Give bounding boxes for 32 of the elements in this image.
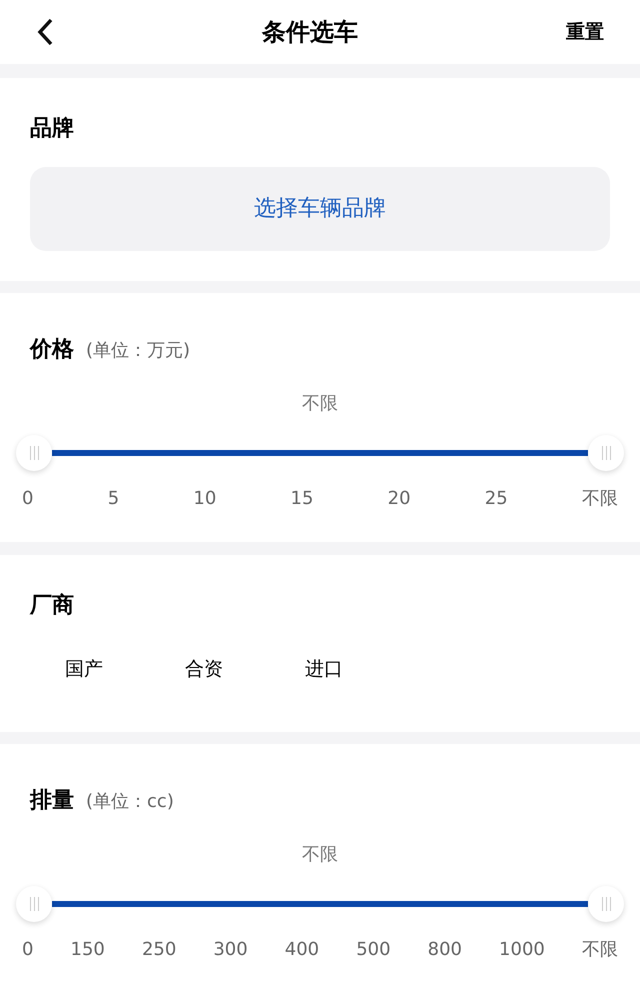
slider-handle[interactable] xyxy=(588,886,624,922)
slider-handle[interactable] xyxy=(588,435,624,472)
range-reading: 不限 xyxy=(302,843,338,868)
tick-label: 25 xyxy=(484,487,508,512)
reset-button[interactable]: 重置 xyxy=(566,18,604,46)
range-reading: 不限 xyxy=(302,392,338,416)
section-title: 排量 xyxy=(30,787,74,816)
tick-label: 0 xyxy=(22,938,34,962)
section-title: 厂商 xyxy=(30,592,74,618)
tick-label: 800 xyxy=(428,938,462,962)
select-brand-button[interactable]: 选择车辆品牌 xyxy=(30,166,610,251)
tick-label: 500 xyxy=(356,938,391,962)
slider-handle[interactable] xyxy=(16,886,52,922)
unit-label: (单位：万元) xyxy=(86,339,190,364)
tick-label: 不限 xyxy=(582,487,618,512)
tick-label: 10 xyxy=(193,487,216,512)
section-title: 品牌 xyxy=(30,116,74,141)
section-title: 价格 xyxy=(30,336,74,364)
tick-label: 300 xyxy=(213,938,248,962)
unit-label: (单位：cc) xyxy=(86,790,174,814)
tick-label: 不限 xyxy=(582,938,618,962)
tick-label: 15 xyxy=(290,487,314,512)
tick-label: 150 xyxy=(70,938,105,962)
tick-label: 0 xyxy=(22,487,34,512)
tick-label: 20 xyxy=(388,487,411,512)
tick-label: 5 xyxy=(108,487,120,512)
tick-label: 400 xyxy=(284,938,320,962)
back-icon[interactable] xyxy=(36,18,54,46)
page-title: 条件选车 xyxy=(262,16,358,48)
slider-handle[interactable] xyxy=(16,435,52,472)
tick-label: 250 xyxy=(142,938,176,962)
tick-label: 1000 xyxy=(499,938,545,962)
